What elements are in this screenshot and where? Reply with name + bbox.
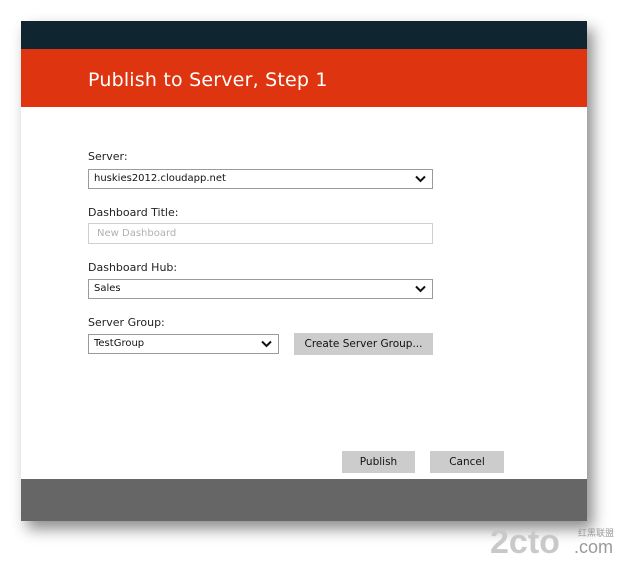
page: Publish to Server, Step 1 Server: huskie… [0,0,629,564]
watermark-logo: 2cto 红黑联盟 .com [490,523,614,560]
window-top-bar [21,21,587,49]
chevron-down-icon [415,175,426,183]
dashboard-hub-dropdown-value: Sales [94,283,121,294]
chevron-down-icon [261,340,272,348]
dashboard-hub-dropdown[interactable]: Sales [88,279,433,299]
server-dropdown[interactable]: huskies2012.cloudapp.net [88,169,433,189]
dashboard-title-label: Dashboard Title: [88,206,179,219]
dialog-footer [21,479,587,521]
dialog-content: Server: huskies2012.cloudapp.net Dashboa… [21,107,587,479]
server-group-label: Server Group: [88,316,165,329]
watermark-main: 2cto [490,523,560,560]
server-group-dropdown[interactable]: TestGroup [88,334,279,354]
chevron-down-icon [415,285,426,293]
server-group-dropdown-value: TestGroup [94,338,145,349]
watermark-suffix: .com [574,537,613,557]
publish-button[interactable]: Publish [342,451,415,473]
dialog-header: Publish to Server, Step 1 [21,49,587,107]
cancel-button[interactable]: Cancel [430,451,504,473]
dashboard-title-input[interactable] [88,223,433,244]
dialog-title: Publish to Server, Step 1 [88,69,328,91]
create-server-group-button[interactable]: Create Server Group... [294,333,433,355]
server-dropdown-value: huskies2012.cloudapp.net [94,173,226,184]
publish-dialog: Publish to Server, Step 1 Server: huskie… [21,21,587,521]
dashboard-hub-label: Dashboard Hub: [88,261,178,274]
server-label: Server: [88,150,128,163]
